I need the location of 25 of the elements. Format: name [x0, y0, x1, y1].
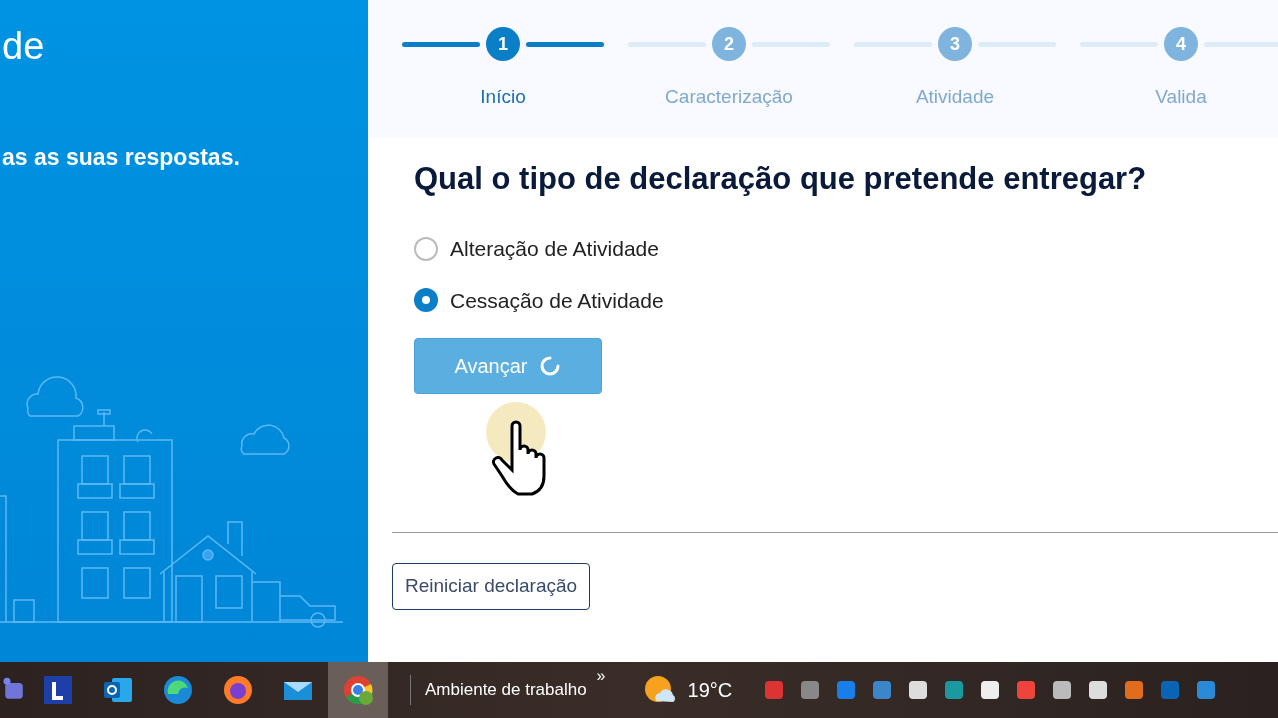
step-number[interactable]: 4: [1164, 27, 1198, 61]
step-label[interactable]: Atividade: [915, 83, 995, 112]
intro-text: as as suas respostas.: [2, 142, 241, 172]
step-label[interactable]: Caracterização: [665, 83, 793, 112]
browser-icon: [162, 674, 194, 706]
toolbar-label[interactable]: Ambiente de trabalho: [425, 677, 587, 703]
letter-icon: [42, 674, 74, 706]
option-label[interactable]: Cessação de Atividade: [450, 284, 664, 317]
radio-button[interactable]: [414, 288, 438, 313]
circle-browser-icon: [342, 674, 374, 706]
fox-browser-icon: [222, 674, 254, 706]
step-number[interactable]: 3: [938, 27, 972, 61]
step-number[interactable]: 2: [712, 27, 746, 61]
step-number[interactable]: 1: [486, 27, 520, 61]
option-label[interactable]: Alteração de Atividade: [450, 233, 659, 265]
next-button[interactable]: Avançar: [414, 338, 602, 395]
step-label[interactable]: Valida: [1155, 83, 1207, 112]
weather-icon: [643, 675, 678, 705]
page-title: de: [2, 24, 46, 69]
radio-button[interactable]: [414, 236, 438, 261]
chevron-button[interactable]: »: [596, 664, 606, 688]
question-title: Qual o tipo de declaração que pretende entregar?: [414, 160, 1148, 198]
temperature-text: 19°C: [687, 678, 733, 703]
step-label[interactable]: Início: [480, 83, 526, 112]
reset-button[interactable]: Reiniciar declaração: [392, 563, 591, 610]
